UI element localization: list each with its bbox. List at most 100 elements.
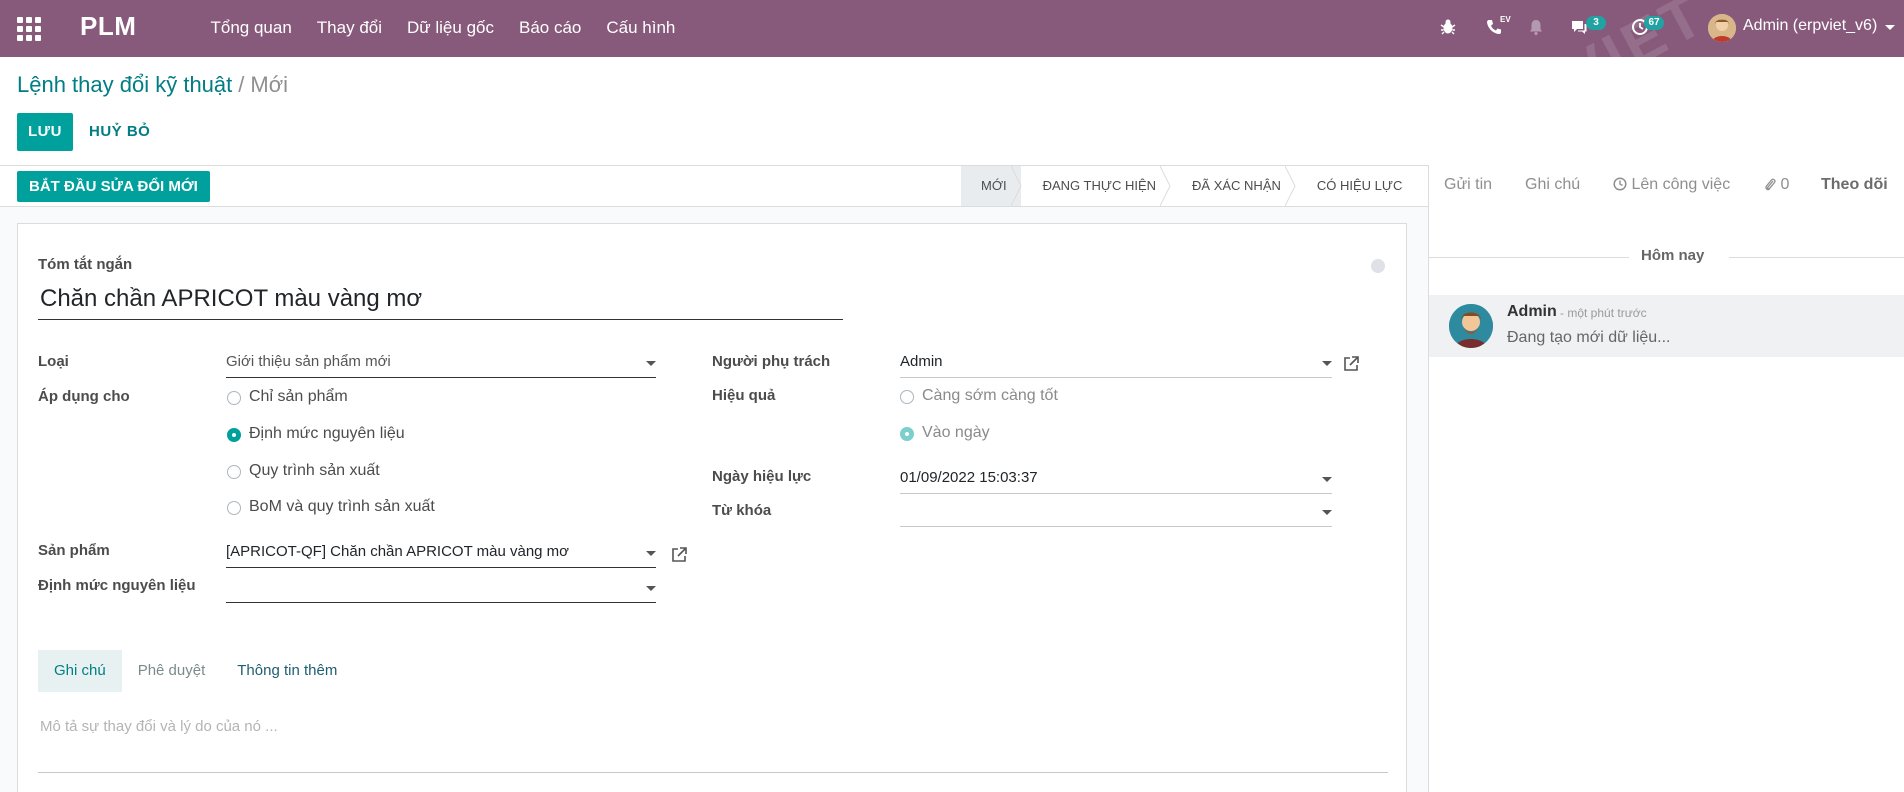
tab-approvals[interactable]: Phê duyệt xyxy=(122,650,222,692)
app-brand[interactable]: PLM xyxy=(80,11,136,42)
breadcrumb-current: Mới xyxy=(250,72,289,97)
breadcrumb-parent[interactable]: Lệnh thay đổi kỹ thuật xyxy=(17,72,232,97)
discard-button[interactable]: HUỶ BỎ xyxy=(89,113,150,151)
product-value: [APRICOT-QF] Chăn chần APRICOT màu vàng … xyxy=(226,543,570,560)
messaging-chat-icon[interactable]: 3 xyxy=(1566,14,1606,42)
chevron-down-icon xyxy=(1322,361,1332,366)
debug-bug-icon[interactable] xyxy=(1435,14,1463,42)
chatter-panel: Gửi tin Ghi chú Lên công việc 0 Theo dõi… xyxy=(1428,165,1904,792)
radio-icon xyxy=(227,391,241,405)
paperclip-icon xyxy=(1765,178,1776,191)
date-separator: Hôm nay xyxy=(1429,247,1904,267)
radio-icon xyxy=(227,501,241,515)
schedule-activity-button[interactable]: Lên công việc xyxy=(1613,165,1730,207)
type-label: Loại xyxy=(38,353,69,370)
attachments-count: 0 xyxy=(1780,176,1790,193)
tab-extra-info[interactable]: Thông tin thêm xyxy=(221,650,353,692)
menu-item-reports[interactable]: Báo cáo xyxy=(506,0,593,57)
breadcrumb-separator: / xyxy=(238,72,245,97)
chevron-down-icon xyxy=(646,586,656,591)
effective-date-input[interactable]: 01/09/2022 15:03:37 xyxy=(900,464,1332,494)
radio-icon xyxy=(900,390,914,404)
chevron-down-icon xyxy=(1322,477,1332,482)
user-menu-caret-icon[interactable] xyxy=(1885,25,1895,30)
main-menu: Tổng quan Thay đổi Dữ liệu gốc Báo cáo C… xyxy=(198,0,688,57)
start-new-revision-button[interactable]: BẮT ĐẦU SỬA ĐỔI MỚI xyxy=(17,171,210,202)
breadcrumb: Lệnh thay đổi kỹ thuật / Mới xyxy=(17,72,288,98)
stage-pipeline: MỚI ĐANG THỰC HIỆN ĐÃ XÁC NHẬN CÓ HIỆU L… xyxy=(961,166,1416,206)
effective-date-label: Ngày hiệu lực xyxy=(712,468,812,485)
summary-label: Tóm tắt ngắn xyxy=(38,256,133,273)
type-value: Giới thiệu sản phẩm mới xyxy=(226,353,391,370)
stage-confirmed[interactable]: ĐÃ XÁC NHẬN xyxy=(1170,166,1296,206)
menu-item-master-data[interactable]: Dữ liệu gốc xyxy=(395,0,507,57)
radio-checked-icon xyxy=(227,428,241,442)
message-body: Đang tạo mới dữ liệu... xyxy=(1507,329,1671,346)
kanban-state-indicator[interactable] xyxy=(1371,259,1385,273)
stage-new-label: MỚI xyxy=(981,178,1007,193)
follow-button[interactable]: Theo dõi xyxy=(1821,165,1888,207)
menu-item-configuration[interactable]: Cấu hình xyxy=(594,0,688,57)
responsible-select[interactable]: Admin xyxy=(900,348,1332,378)
menu-item-overview[interactable]: Tổng quan xyxy=(198,0,304,57)
effective-date-value: 01/09/2022 15:03:37 xyxy=(900,469,1038,486)
responsible-label: Người phụ trách xyxy=(712,353,831,370)
notes-underline xyxy=(38,772,1388,773)
attachments-button[interactable]: 0 xyxy=(1764,165,1789,207)
tags-label: Từ khóa xyxy=(712,502,772,519)
message-date: - một phút trước xyxy=(1560,306,1647,320)
log-note-button[interactable]: Ghi chú xyxy=(1525,165,1580,207)
product-label: Sản phẩm xyxy=(38,542,110,559)
notebook-tabs: Ghi chú Phê duyệt Thông tin thêm xyxy=(38,650,353,692)
activity-clock-icon[interactable]: 67 xyxy=(1627,14,1664,42)
messages-count-badge: 3 xyxy=(1586,16,1606,30)
message-author[interactable]: Admin xyxy=(1507,303,1557,321)
radio-icon xyxy=(227,465,241,479)
effectivity-label: Hiệu quả xyxy=(712,387,776,404)
top-navbar: PLM Tổng quan Thay đổi Dữ liệu gốc Báo c… xyxy=(0,0,1904,109)
menu-item-changes[interactable]: Thay đổi xyxy=(304,0,394,57)
tab-notes[interactable]: Ghi chú xyxy=(38,650,122,692)
radio-checked-icon xyxy=(900,427,914,441)
stage-in-progress[interactable]: ĐANG THỰC HIỆN xyxy=(1021,166,1171,206)
stage-arrow-icon xyxy=(1010,166,1022,206)
tags-input[interactable] xyxy=(900,497,1332,527)
notification-bell-icon[interactable] xyxy=(1523,14,1551,42)
type-select[interactable]: Giới thiệu sản phẩm mới xyxy=(226,348,656,378)
form-statusbar: BẮT ĐẦU SỬA ĐỔI MỚI MỚI ĐANG THỰC HIỆN Đ… xyxy=(0,165,1428,207)
voip-phone-icon[interactable]: EV xyxy=(1481,14,1511,42)
responsible-value: Admin xyxy=(900,353,943,370)
product-select[interactable]: [APRICOT-QF] Chăn chần APRICOT màu vàng … xyxy=(226,538,656,568)
chatter-topbar: Gửi tin Ghi chú Lên công việc 0 Theo dõi xyxy=(1429,165,1904,207)
bom-label: Định mức nguyên liệu xyxy=(38,577,196,594)
stage-new[interactable]: MỚI xyxy=(961,166,1022,206)
bom-select[interactable] xyxy=(226,573,656,603)
app-menu-icon[interactable] xyxy=(16,16,41,41)
external-link-icon[interactable] xyxy=(670,546,688,564)
send-message-button[interactable]: Gửi tin xyxy=(1444,165,1492,207)
stage-arrow-icon xyxy=(1284,166,1296,206)
stage-in-progress-label: ĐANG THỰC HIỆN xyxy=(1042,178,1157,193)
stage-confirmed-label: ĐÃ XÁC NHẬN xyxy=(1192,178,1281,193)
clock-icon xyxy=(1613,177,1627,191)
activities-count-badge: 67 xyxy=(1644,16,1664,30)
user-menu-name[interactable]: Admin (erpviet_v6) xyxy=(1743,17,1877,35)
schedule-activity-label: Lên công việc xyxy=(1631,176,1731,193)
chevron-down-icon xyxy=(1322,510,1332,515)
form-sheet: Tóm tắt ngắn Chăn chần APRICOT màu vàng … xyxy=(17,223,1407,792)
notes-editor[interactable]: Mô tả sự thay đổi và lý do của nó ... xyxy=(40,718,278,735)
chevron-down-icon xyxy=(646,551,656,556)
date-separator-label: Hôm nay xyxy=(1641,247,1705,264)
stage-effective-label: CÓ HIỆU LỰC xyxy=(1316,178,1403,193)
summary-input[interactable]: Chăn chần APRICOT màu vàng mơ xyxy=(38,284,843,320)
external-link-icon[interactable] xyxy=(1342,355,1360,373)
apply-on-label: Áp dụng cho xyxy=(38,388,130,405)
message-author-avatar[interactable] xyxy=(1449,304,1493,348)
stage-arrow-icon xyxy=(1160,166,1171,206)
chevron-down-icon xyxy=(646,361,656,366)
chatter-message[interactable]: Admin - một phút trước Đang tạo mới dữ l… xyxy=(1429,295,1904,357)
stage-effective[interactable]: CÓ HIỆU LỰC xyxy=(1295,166,1417,206)
voip-label: EV xyxy=(1500,15,1511,24)
user-avatar[interactable] xyxy=(1708,14,1736,42)
save-button[interactable]: LƯU xyxy=(17,113,73,151)
